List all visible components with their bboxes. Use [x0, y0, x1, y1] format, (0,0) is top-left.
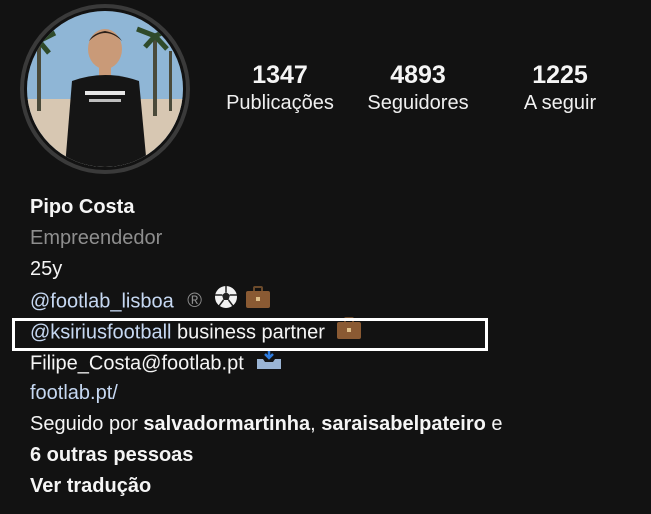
posts-label: Publicações: [226, 92, 334, 114]
followed-by-line[interactable]: Seguido por salvadormartinha, saraisabel…: [30, 409, 640, 440]
inbox-tray-icon: [255, 347, 283, 381]
avatar-photo: [24, 8, 186, 170]
follower-saraisabelpateiro[interactable]: saraisabelpateiro: [321, 413, 486, 435]
followed-by-prefix: Seguido por: [30, 413, 144, 435]
followers-count: 4893: [390, 61, 446, 89]
mention-footlab-lisboa[interactable]: @footlab_lisboa: [30, 290, 174, 312]
posts-count: 1347: [252, 61, 308, 89]
stat-following[interactable]: 1225 A seguir: [495, 60, 625, 116]
followed-by-conjunction: e: [485, 413, 503, 435]
briefcase-icon: [245, 285, 271, 319]
soccer-ball-icon: [214, 285, 238, 319]
stat-followers[interactable]: 4893 Seguidores: [353, 60, 483, 116]
stat-posts[interactable]: 1347 Publicações: [215, 60, 345, 116]
profile-avatar[interactable]: [20, 4, 190, 174]
email-text: Filipe_Costa@footlab.pt: [30, 352, 244, 375]
website-link[interactable]: footlab.pt/: [30, 378, 640, 409]
highlight-box: [12, 318, 488, 351]
bio-line-footlab: @footlab_lisboa ®: [30, 285, 640, 316]
profile-stats: 1347 Publicações 4893 Seguidores 1225 A …: [215, 60, 615, 130]
follower-salvadormartinha[interactable]: salvadormartinha: [143, 413, 310, 435]
followed-by-separator: ,: [310, 413, 322, 435]
following-label: A seguir: [523, 92, 597, 114]
followed-by-others[interactable]: 6 outras pessoas: [30, 440, 640, 471]
bio-age: 25y: [30, 258, 63, 280]
profile-name: Pipo Costa: [30, 196, 135, 218]
followers-label: Seguidores: [367, 92, 469, 114]
see-translation-button[interactable]: Ver tradução: [30, 471, 640, 502]
following-count: 1225: [532, 61, 588, 89]
bio-line-email: Filipe_Costa@footlab.pt: [30, 347, 640, 378]
profile-category: Empreendedor: [30, 227, 163, 249]
registered-mark: ®: [187, 290, 203, 313]
